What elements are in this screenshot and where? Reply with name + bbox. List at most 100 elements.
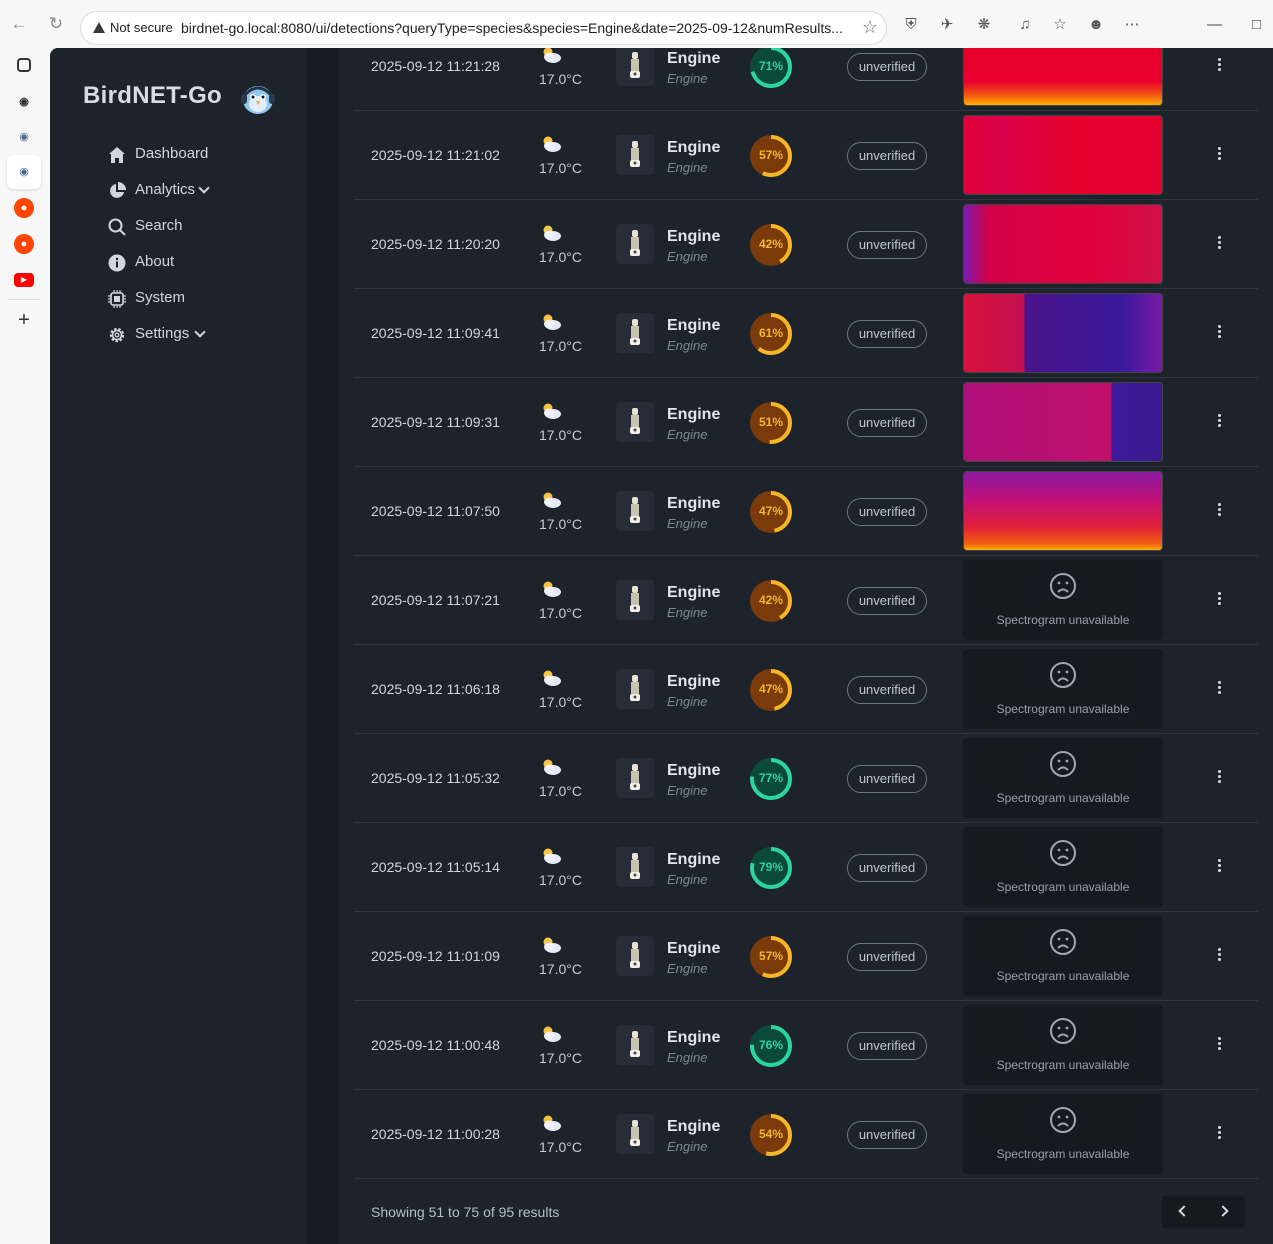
detection-timestamp[interactable]: 2025-09-12 11:00:48 — [371, 1037, 500, 1053]
row-actions-menu-icon[interactable] — [1212, 412, 1226, 432]
github-tab-icon[interactable]: ◉ — [14, 92, 34, 112]
row-actions-menu-icon[interactable] — [1212, 679, 1226, 699]
detection-timestamp[interactable]: 2025-09-12 11:07:50 — [371, 503, 500, 519]
detection-row[interactable]: 2025-09-12 11:05:14 17.0°C Engine Engine… — [354, 823, 1258, 912]
detection-row[interactable]: 2025-09-12 11:21:28 17.0°C Engine Engine… — [354, 48, 1258, 111]
shield-extension-icon[interactable]: ⛨ — [902, 16, 920, 34]
spectrogram-image[interactable] — [963, 293, 1163, 373]
address-bar[interactable]: Not secure birdnet-go.local:8080/ui/dete… — [80, 11, 887, 45]
detection-row[interactable]: 2025-09-12 11:00:48 17.0°C Engine Engine… — [354, 1001, 1258, 1090]
detection-row[interactable]: 2025-09-12 11:07:21 17.0°C Engine Engine… — [354, 556, 1258, 645]
row-actions-menu-icon[interactable] — [1212, 857, 1226, 877]
row-actions-menu-icon[interactable] — [1212, 501, 1226, 521]
read-aloud-icon[interactable]: ♫ — [1016, 16, 1034, 34]
species-common-name[interactable]: Engine — [667, 1029, 720, 1047]
row-actions-menu-icon[interactable] — [1212, 590, 1226, 610]
birdnet-active-tab-icon[interactable]: ◉ — [14, 162, 34, 182]
detection-timestamp[interactable]: 2025-09-12 11:06:18 — [371, 681, 500, 697]
detection-timestamp[interactable]: 2025-09-12 11:05:32 — [371, 770, 500, 786]
species-thumbnail[interactable] — [616, 1025, 654, 1065]
species-common-name[interactable]: Engine — [667, 584, 720, 602]
species-common-name[interactable]: Engine — [667, 139, 720, 157]
detection-row[interactable]: 2025-09-12 11:09:31 17.0°C Engine Engine… — [354, 378, 1258, 467]
species-common-name[interactable]: Engine — [667, 50, 720, 68]
detection-row[interactable]: 2025-09-12 11:06:18 17.0°C Engine Engine… — [354, 645, 1258, 734]
bird-logo-icon[interactable] — [238, 78, 280, 116]
detection-timestamp[interactable]: 2025-09-12 11:01:09 — [371, 948, 500, 964]
detection-row[interactable]: 2025-09-12 11:21:02 17.0°C Engine Engine… — [354, 111, 1258, 200]
species-thumbnail[interactable] — [616, 491, 654, 531]
species-thumbnail[interactable] — [616, 402, 654, 442]
back-icon[interactable]: ← — [9, 14, 29, 34]
tab-actions-icon[interactable] — [17, 58, 31, 72]
favorite-star-icon[interactable]: ☆ — [862, 17, 878, 38]
row-actions-menu-icon[interactable] — [1212, 1035, 1226, 1055]
row-actions-menu-icon[interactable] — [1212, 234, 1226, 254]
detection-row[interactable]: 2025-09-12 11:09:41 17.0°C Engine Engine… — [354, 289, 1258, 378]
species-common-name[interactable]: Engine — [667, 495, 720, 513]
extension-icon[interactable]: ✈ — [938, 16, 956, 34]
more-menu-icon[interactable]: ⋯ — [1123, 16, 1141, 34]
species-thumbnail[interactable] — [616, 936, 654, 976]
species-thumbnail[interactable] — [616, 313, 654, 353]
minimize-icon[interactable]: — — [1207, 16, 1222, 33]
spectrogram-image[interactable] — [963, 48, 1163, 106]
species-common-name[interactable]: Engine — [667, 317, 720, 335]
spectrogram-image[interactable] — [963, 204, 1163, 284]
species-thumbnail[interactable] — [616, 135, 654, 175]
birdnet-tab-icon[interactable]: ◉ — [14, 127, 34, 147]
species-thumbnail[interactable] — [616, 580, 654, 620]
detection-row[interactable]: 2025-09-12 11:00:28 17.0°C Engine Engine… — [354, 1090, 1258, 1179]
row-actions-menu-icon[interactable] — [1212, 145, 1226, 165]
partly-cloudy-icon — [543, 670, 561, 686]
species-thumbnail[interactable] — [616, 669, 654, 709]
security-indicator[interactable]: Not secure — [93, 20, 173, 35]
detection-row[interactable]: 2025-09-12 11:05:32 17.0°C Engine Engine… — [354, 734, 1258, 823]
species-thumbnail[interactable] — [616, 758, 654, 798]
species-thumbnail[interactable] — [616, 1114, 654, 1154]
app-logo-text[interactable]: BirdNET-Go — [83, 82, 222, 110]
detection-timestamp[interactable]: 2025-09-12 11:00:28 — [371, 1126, 500, 1142]
reddit-tab-icon-2[interactable]: ● — [14, 234, 34, 254]
youtube-tab-icon[interactable]: ▶ — [14, 273, 34, 287]
url-text[interactable]: birdnet-go.local:8080/ui/detections?quer… — [181, 20, 851, 36]
species-common-name[interactable]: Engine — [667, 228, 720, 246]
row-actions-menu-icon[interactable] — [1212, 946, 1226, 966]
favorites-icon[interactable]: ☆ — [1051, 16, 1069, 34]
detection-timestamp[interactable]: 2025-09-12 11:07:21 — [371, 592, 500, 608]
puzzle-extension-icon[interactable]: ❋ — [975, 16, 993, 34]
detection-timestamp[interactable]: 2025-09-12 11:09:41 — [371, 325, 500, 341]
detection-row[interactable]: 2025-09-12 11:07:50 17.0°C Engine Engine… — [354, 467, 1258, 556]
confidence-percent: 61% — [758, 326, 784, 340]
previous-page-icon[interactable] — [1178, 1205, 1190, 1217]
species-common-name[interactable]: Engine — [667, 851, 720, 869]
row-actions-menu-icon[interactable] — [1212, 56, 1226, 76]
next-page-icon[interactable] — [1217, 1205, 1229, 1217]
row-actions-menu-icon[interactable] — [1212, 323, 1226, 343]
detection-row[interactable]: 2025-09-12 11:20:20 17.0°C Engine Engine… — [354, 200, 1258, 289]
spectrogram-image[interactable] — [963, 382, 1163, 462]
refresh-icon[interactable]: ↻ — [46, 14, 66, 34]
species-thumbnail[interactable] — [616, 224, 654, 264]
reddit-tab-icon[interactable]: ● — [14, 198, 34, 218]
detection-timestamp[interactable]: 2025-09-12 11:09:31 — [371, 414, 500, 430]
new-tab-icon[interactable]: + — [14, 310, 34, 330]
detection-timestamp[interactable]: 2025-09-12 11:05:14 — [371, 859, 500, 875]
detection-timestamp[interactable]: 2025-09-12 11:21:28 — [371, 58, 500, 74]
profile-icon[interactable]: ☻ — [1087, 16, 1105, 34]
maximize-icon[interactable]: □ — [1252, 16, 1261, 33]
species-common-name[interactable]: Engine — [667, 406, 720, 424]
species-common-name[interactable]: Engine — [667, 940, 720, 958]
row-actions-menu-icon[interactable] — [1212, 768, 1226, 788]
row-actions-menu-icon[interactable] — [1212, 1124, 1226, 1144]
species-common-name[interactable]: Engine — [667, 673, 720, 691]
spectrogram-image[interactable] — [963, 115, 1163, 195]
detection-timestamp[interactable]: 2025-09-12 11:21:02 — [371, 147, 500, 163]
species-common-name[interactable]: Engine — [667, 762, 720, 780]
detection-timestamp[interactable]: 2025-09-12 11:20:20 — [371, 236, 500, 252]
species-common-name[interactable]: Engine — [667, 1118, 720, 1136]
species-thumbnail[interactable] — [616, 847, 654, 887]
species-thumbnail[interactable] — [616, 48, 654, 86]
spectrogram-image[interactable] — [963, 471, 1163, 551]
detection-row[interactable]: 2025-09-12 11:01:09 17.0°C Engine Engine… — [354, 912, 1258, 1001]
